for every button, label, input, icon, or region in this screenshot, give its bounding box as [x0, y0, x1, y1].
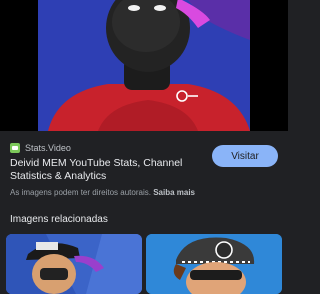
source-name: Stats.Video [25, 143, 71, 153]
site-favicon-icon [10, 143, 20, 153]
visit-button[interactable]: Visitar [212, 145, 278, 167]
source-row[interactable]: Stats.Video [10, 142, 71, 154]
related-image-1[interactable] [6, 234, 142, 294]
learn-more-link[interactable]: Saiba mais [153, 188, 195, 197]
avatar-illustration [38, 0, 250, 131]
related-avatar-illustration-1 [6, 234, 142, 294]
result-title[interactable]: Deivid MEM YouTube Stats, Channel Statis… [10, 157, 210, 183]
main-image[interactable] [0, 0, 288, 131]
copyright-text: As imagens podem ter direitos autorais. [10, 188, 151, 197]
related-images-heading: Imagens relacionadas [10, 214, 108, 225]
related-avatar-illustration-2 [146, 234, 282, 294]
related-image-2[interactable] [146, 234, 282, 294]
copyright-notice: As imagens podem ter direitos autorais. … [10, 188, 195, 197]
